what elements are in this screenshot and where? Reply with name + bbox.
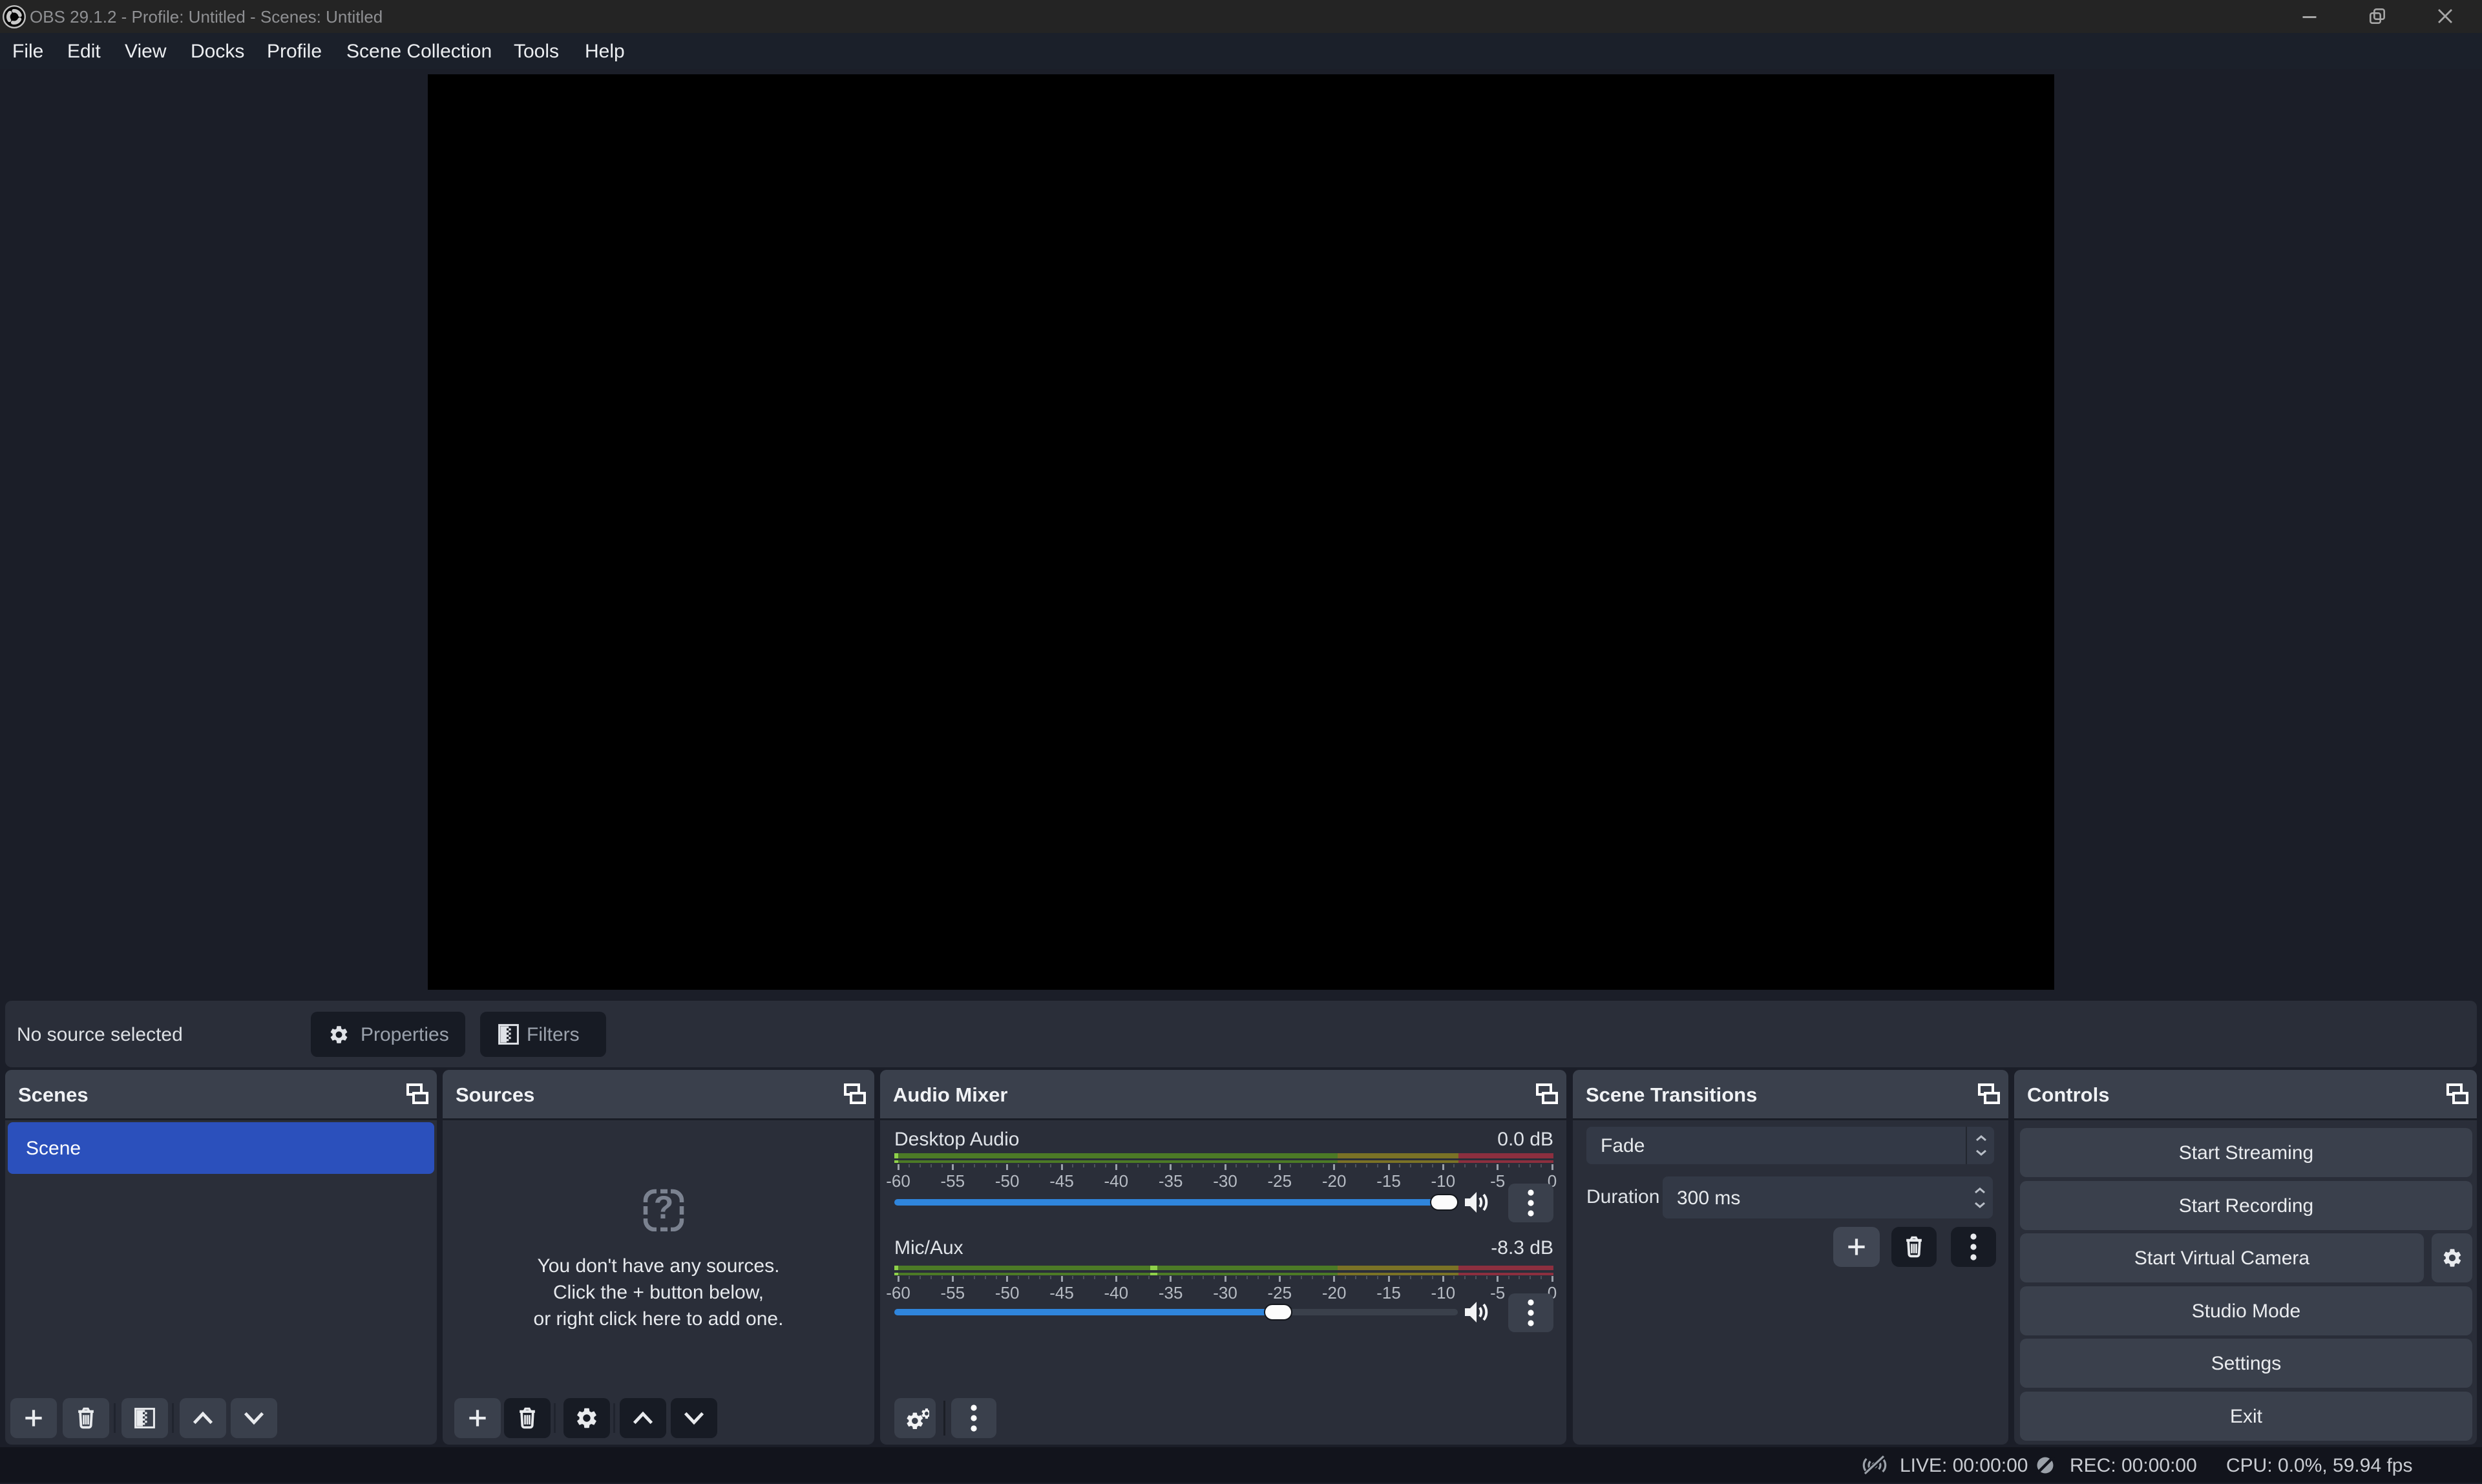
- svg-text:?: ?: [654, 1189, 674, 1226]
